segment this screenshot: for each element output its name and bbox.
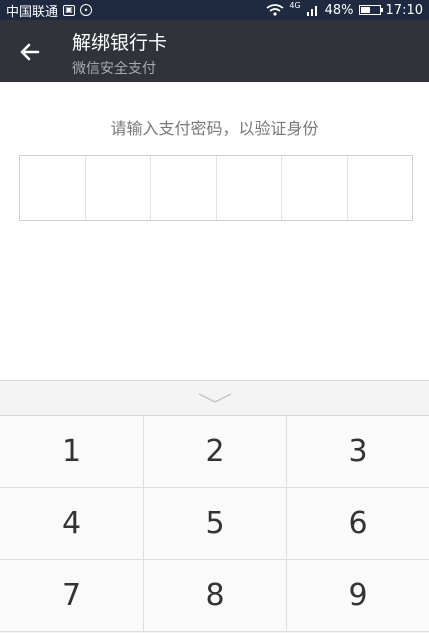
wifi-icon <box>266 4 284 16</box>
key-9[interactable]: 9 <box>287 560 429 632</box>
key-3[interactable]: 3 <box>287 416 429 488</box>
header: 解绑银行卡 微信安全支付 <box>0 20 429 82</box>
password-input[interactable] <box>19 155 413 221</box>
password-cell <box>217 156 282 220</box>
page-subtitle: 微信安全支付 <box>72 61 156 77</box>
key-2[interactable]: 2 <box>144 416 287 488</box>
page-title: 解绑银行卡 <box>72 32 168 54</box>
password-cell <box>348 156 413 220</box>
back-arrow-icon[interactable] <box>16 38 44 66</box>
clock: 17:10 <box>385 2 423 18</box>
password-cell <box>86 156 151 220</box>
battery-icon <box>358 5 383 15</box>
password-cell <box>151 156 217 220</box>
keypad-collapse-button[interactable] <box>0 380 429 416</box>
carrier-name: 中国联通 <box>6 4 59 20</box>
numeric-keypad: 1 2 3 4 5 6 7 8 9 <box>0 380 429 633</box>
key-7[interactable]: 7 <box>0 560 144 632</box>
keypad-keys: 1 2 3 4 5 6 7 8 9 <box>0 416 429 632</box>
chevron-down-icon <box>198 393 231 403</box>
password-cell <box>282 156 348 220</box>
status-right: 4G 48% 17:10 <box>266 0 423 18</box>
signal-icon <box>306 6 317 16</box>
status-left: 中国联通 ▣ • <box>6 1 93 20</box>
network-type: 4G <box>289 0 301 10</box>
battery-percent: 48% <box>324 2 354 18</box>
password-cell <box>20 156 86 220</box>
password-prompt: 请输入支付密码，以验证身份 <box>110 119 319 138</box>
key-1[interactable]: 1 <box>0 416 144 488</box>
key-6[interactable]: 6 <box>287 488 429 560</box>
status-app-icon: • <box>80 4 93 16</box>
status-bar: 中国联通 ▣ • 4G 48% 17:10 <box>0 0 429 20</box>
key-8[interactable]: 8 <box>144 560 287 632</box>
key-4[interactable]: 4 <box>0 488 144 560</box>
key-5[interactable]: 5 <box>144 488 287 560</box>
notification-icon: ▣ <box>63 4 76 16</box>
